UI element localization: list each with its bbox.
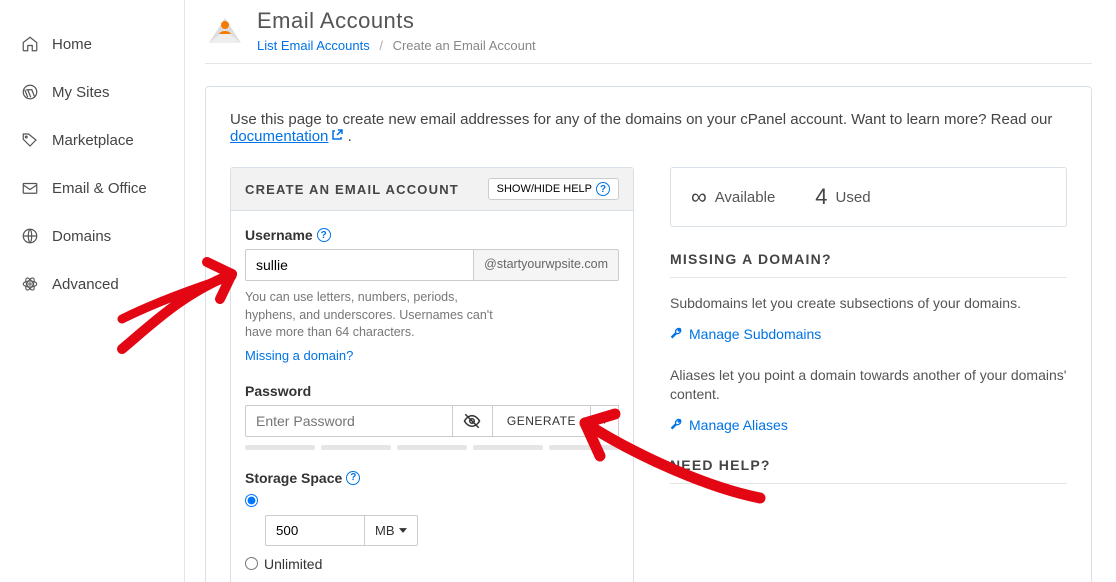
missing-domain-link[interactable]: Missing a domain?: [245, 348, 353, 363]
caret-down-icon: [600, 418, 609, 424]
sidebar-item-label: Advanced: [52, 276, 119, 293]
storage-unit-select[interactable]: MB: [365, 515, 418, 546]
wordpress-icon: [20, 82, 40, 102]
sidebar-item-label: Marketplace: [52, 132, 134, 149]
used-stat: 4 Used: [815, 184, 870, 210]
globe-icon: [20, 226, 40, 246]
username-domain-suffix[interactable]: @startyourwpsite.com: [474, 249, 619, 281]
show-hide-help-button[interactable]: SHOW/HIDE HELP ?: [488, 178, 619, 200]
generate-options-dropdown[interactable]: [591, 405, 619, 437]
unlimited-label: Unlimited: [264, 556, 322, 572]
subdomain-desc: Subdomains let you create subsections of…: [670, 294, 1067, 314]
breadcrumb-separator: /: [379, 38, 383, 53]
help-icon[interactable]: ?: [346, 471, 360, 485]
sidebar: Home My Sites Marketplace Email & Office…: [0, 0, 185, 582]
storage-value-input[interactable]: [265, 515, 365, 546]
storage-unlimited-radio[interactable]: [245, 557, 258, 570]
email-accounts-icon: [205, 8, 245, 48]
page-title: Email Accounts: [257, 8, 536, 34]
caret-down-icon: [399, 528, 407, 533]
help-icon[interactable]: ?: [317, 228, 331, 242]
infinity-icon: ∞: [691, 184, 707, 210]
main-content: Email Accounts List Email Accounts / Cre…: [185, 0, 1116, 582]
sidebar-item-label: Domains: [52, 228, 111, 245]
generate-password-button[interactable]: GENERATE: [493, 405, 591, 437]
wrench-icon: [670, 327, 683, 340]
available-stat: ∞ Available: [691, 184, 775, 210]
content-panel: Use this page to create new email addres…: [205, 86, 1092, 582]
create-account-card: CREATE AN EMAIL ACCOUNT SHOW/HIDE HELP ?…: [230, 167, 634, 582]
username-label: Username ?: [245, 227, 619, 243]
page-header: Email Accounts List Email Accounts / Cre…: [205, 0, 1092, 64]
mail-icon: [20, 178, 40, 198]
sidebar-item-label: My Sites: [52, 84, 110, 101]
tag-icon: [20, 130, 40, 150]
missing-domain-title: MISSING A DOMAIN?: [670, 251, 1067, 278]
alias-desc: Aliases let you point a domain towards a…: [670, 366, 1067, 405]
need-help-title: NEED HELP?: [670, 457, 1067, 484]
card-title: CREATE AN EMAIL ACCOUNT: [245, 182, 459, 197]
eye-off-icon: [463, 412, 481, 430]
sidebar-item-email[interactable]: Email & Office: [0, 164, 184, 212]
wrench-icon: [670, 418, 683, 431]
username-input[interactable]: [245, 249, 474, 281]
storage-fixed-radio[interactable]: [245, 494, 258, 507]
sidebar-item-label: Email & Office: [52, 180, 147, 197]
card-header: CREATE AN EMAIL ACCOUNT SHOW/HIDE HELP ?: [231, 168, 633, 211]
password-strength-meter: [245, 445, 619, 450]
breadcrumb-link[interactable]: List Email Accounts: [257, 38, 370, 53]
username-hint: You can use letters, numbers, periods, h…: [245, 289, 505, 342]
sidebar-item-label: Home: [52, 36, 92, 53]
sidebar-item-advanced[interactable]: Advanced: [0, 260, 184, 308]
intro-text: Use this page to create new email addres…: [230, 111, 1067, 145]
external-link-icon: [331, 129, 343, 141]
atom-icon: [20, 274, 40, 294]
help-icon: ?: [596, 182, 610, 196]
sidebar-item-home[interactable]: Home: [0, 20, 184, 68]
sidebar-item-domains[interactable]: Domains: [0, 212, 184, 260]
manage-subdomains-link[interactable]: Manage Subdomains: [670, 326, 1067, 342]
storage-label: Storage Space ?: [245, 470, 619, 486]
home-icon: [20, 34, 40, 54]
account-stats: ∞ Available 4 Used: [670, 167, 1067, 227]
breadcrumb: List Email Accounts / Create an Email Ac…: [257, 38, 536, 53]
password-label: Password: [245, 383, 619, 399]
documentation-link[interactable]: documentation: [230, 128, 328, 145]
toggle-password-visibility-button[interactable]: [453, 405, 493, 437]
manage-aliases-link[interactable]: Manage Aliases: [670, 417, 1067, 433]
password-input[interactable]: [245, 405, 453, 437]
sidebar-item-mysites[interactable]: My Sites: [0, 68, 184, 116]
breadcrumb-current: Create an Email Account: [393, 38, 536, 53]
sidebar-item-marketplace[interactable]: Marketplace: [0, 116, 184, 164]
